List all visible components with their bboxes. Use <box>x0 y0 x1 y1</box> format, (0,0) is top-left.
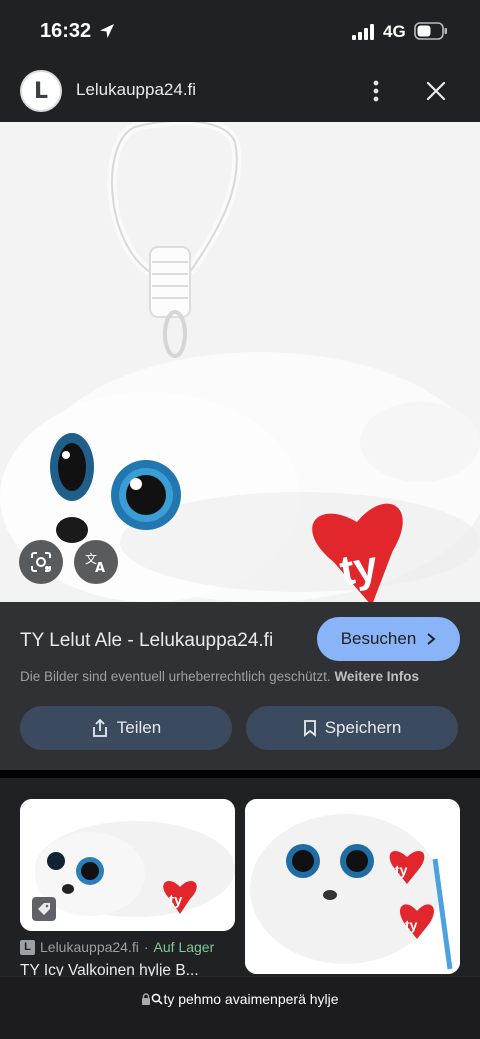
svg-text:ty: ty <box>395 862 408 878</box>
related-image-2[interactable]: ty ty <box>245 799 460 974</box>
lens-button[interactable] <box>19 540 63 584</box>
related-source: L Lelukauppa24.fi · Auf Lager <box>20 939 214 955</box>
seal-thumbnail-2: ty ty <box>245 799 460 974</box>
search-query: ty pehmo avaimenperä hylje <box>163 991 339 1007</box>
related-title[interactable]: TY Icy Valkoinen hylje B... <box>20 962 199 976</box>
status-time: 16:32 <box>40 20 92 42</box>
save-label: Speichern <box>324 718 402 737</box>
battery-icon <box>414 22 447 40</box>
visit-label: Besuchen <box>340 629 417 648</box>
divider <box>0 770 480 778</box>
viewer-header: L Lelukauppa24.fi <box>0 60 480 122</box>
image-info-panel: TY Lelut Ale - Lelukauppa24.fi Besuchen … <box>0 602 480 770</box>
svg-text:ty: ty <box>169 892 183 909</box>
save-button[interactable]: Speichern <box>246 706 458 750</box>
lens-icon <box>31 552 51 572</box>
tag-icon <box>38 903 50 915</box>
share-label: Teilen <box>116 718 162 737</box>
more-vert-icon[interactable] <box>366 78 386 104</box>
source-favicon: L <box>20 939 35 955</box>
close-icon[interactable] <box>424 79 448 103</box>
share-button[interactable]: Teilen <box>20 706 232 750</box>
seal-plush-image: ty <box>0 122 480 602</box>
translate-button[interactable]: 文 A <box>74 540 118 584</box>
related-images: ty ty ty L Lelukauppa24.fi · Auf Lager T… <box>0 778 480 976</box>
share-icon <box>92 718 107 737</box>
site-name[interactable]: Lelukauppa24.fi <box>76 80 196 100</box>
site-initial: L <box>33 78 49 104</box>
svg-text:ty: ty <box>405 917 418 933</box>
copyright-notice: Die Bilder sind eventuell urheberrechtli… <box>20 669 419 684</box>
visit-button[interactable]: Besuchen <box>317 617 460 661</box>
location-arrow-icon <box>100 24 114 38</box>
related-image-1[interactable]: ty <box>20 799 235 931</box>
stock-status: Auf Lager <box>153 939 215 955</box>
chevron-right-icon <box>427 633 436 645</box>
lock-icon <box>142 993 151 1005</box>
translate-icon: 文 A <box>85 551 105 574</box>
shopping-tag-badge <box>32 897 56 921</box>
source-separator: · <box>143 939 149 955</box>
product-image[interactable]: ty <box>0 122 480 602</box>
url-display[interactable]: ty pehmo avaimenperä hylje <box>0 991 480 1007</box>
signal-icon <box>352 24 374 40</box>
search-icon <box>152 993 164 1005</box>
source-name: Lelukauppa24.fi <box>40 939 139 955</box>
copyright-text: Die Bilder sind eventuell urheberrechtli… <box>20 669 331 684</box>
safari-url-bar[interactable]: ty pehmo avaimenperä hylje <box>0 976 480 1039</box>
network-label: 4G <box>383 22 406 41</box>
bookmark-icon <box>303 720 316 737</box>
site-favicon[interactable]: L <box>20 70 62 112</box>
svg-text:A: A <box>95 561 105 574</box>
image-title[interactable]: TY Lelut Ale - Lelukauppa24.fi <box>20 630 273 652</box>
more-info-link[interactable]: Weitere Infos <box>334 669 419 684</box>
status-bar: 16:32 4G <box>0 0 480 60</box>
